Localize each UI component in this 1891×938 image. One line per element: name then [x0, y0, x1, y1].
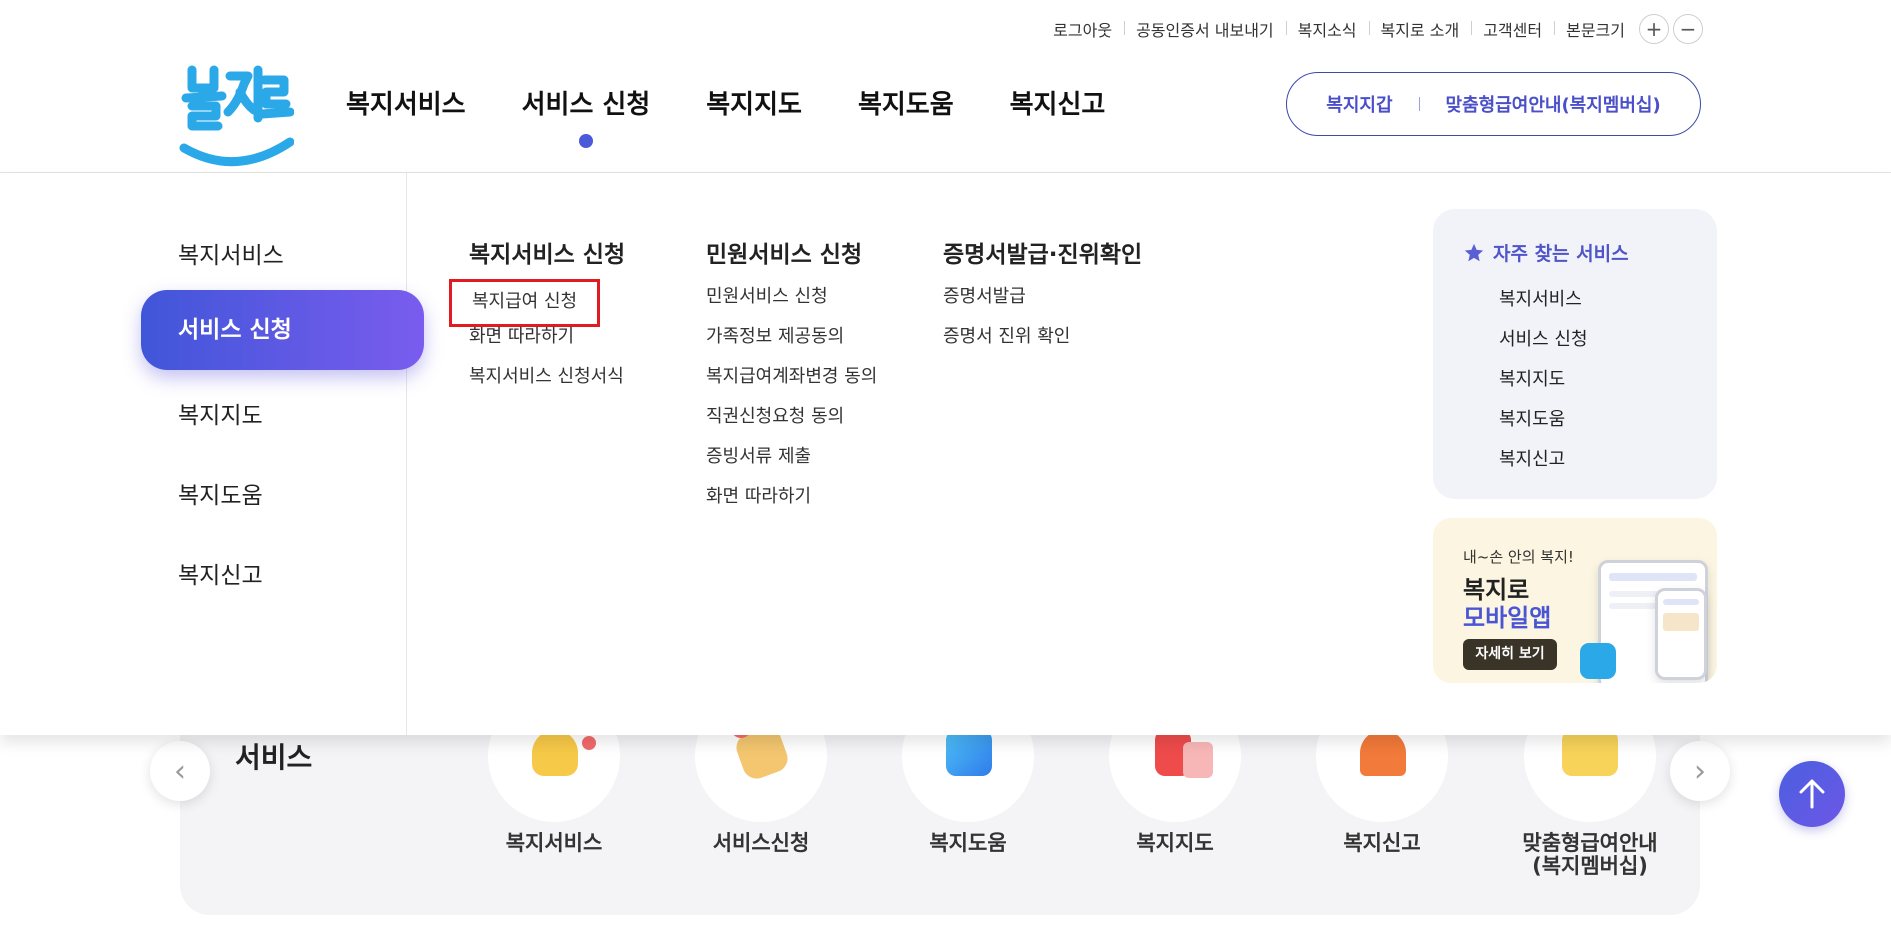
side-item-welfare-help[interactable]: 복지도움	[178, 476, 263, 510]
wallet-link[interactable]: 복지지갑	[1326, 91, 1392, 117]
bokjiro-logo[interactable]	[178, 62, 295, 174]
zoom-controls: + −	[1639, 14, 1703, 44]
gnb-welfare-service[interactable]: 복지서비스	[346, 84, 466, 121]
cert-export-link[interactable]: 공동인증서 내보내기	[1124, 17, 1286, 41]
arrow-up-icon	[1799, 779, 1825, 809]
about-link[interactable]: 복지로 소개	[1368, 17, 1472, 41]
pill-divider	[1418, 97, 1420, 111]
submenu-link-welfare-benefit-apply[interactable]: 복지급여 신청	[449, 279, 601, 327]
prev-arrow-icon[interactable]: ‹	[150, 741, 210, 801]
favorite-item[interactable]: 서비스 신청	[1499, 325, 1588, 351]
app-icon	[1580, 643, 1616, 679]
submenu-link[interactable]: 증명서발급	[943, 285, 1142, 325]
service-card-label: 복지도움	[929, 831, 1007, 855]
favorite-item[interactable]: 복지도움	[1499, 405, 1565, 431]
submenu-title[interactable]: 민원서비스 신청	[706, 235, 877, 269]
submenu-link[interactable]: 직권신청요청 동의	[706, 405, 877, 445]
service-card-label: 복지서비스	[505, 831, 603, 855]
submenu-link[interactable]: 복지서비스 신청서식	[469, 365, 625, 405]
main-nav: 복지서비스 서비스 신청 복지지도 복지도움 복지신고	[346, 84, 1161, 148]
gnb-service-apply[interactable]: 서비스 신청	[522, 84, 650, 148]
submenu-link[interactable]: 화면 따라하기	[469, 325, 625, 365]
zoom-in-button[interactable]: +	[1639, 14, 1669, 44]
favorites-box: 자주 찾는 서비스 복지서비스 서비스 신청 복지지도 복지도움 복지신고	[1433, 209, 1717, 499]
utility-bar: 로그아웃 공동인증서 내보내기 복지소식 복지로 소개 고객센터 본문크기 + …	[1041, 14, 1703, 44]
phone-mockup-icon	[1655, 588, 1707, 680]
side-item-welfare-service[interactable]: 복지서비스	[178, 236, 284, 270]
submenu-link[interactable]: 가족정보 제공동의	[706, 325, 877, 365]
service-card-label: 맞춤형급여안내 (복지멤버십)	[1522, 831, 1658, 879]
service-card-label: 서비스신청	[712, 831, 810, 855]
submenu-link[interactable]: 민원서비스 신청	[706, 285, 877, 325]
section-title: 서비스	[235, 741, 313, 774]
gnb-welfare-help[interactable]: 복지도움	[858, 84, 954, 121]
gnb-welfare-report[interactable]: 복지신고	[1010, 84, 1106, 121]
membership-link[interactable]: 맞춤형급여안내(복지멤버십)	[1446, 91, 1661, 117]
favorite-item[interactable]: 복지서비스	[1499, 285, 1582, 311]
side-item-welfare-map[interactable]: 복지지도	[178, 396, 263, 430]
service-card-label: 복지지도	[1136, 831, 1214, 855]
submenu-link[interactable]: 증명서 진위 확인	[943, 325, 1142, 365]
submenu-link[interactable]: 증빙서류 제출	[706, 445, 877, 485]
header-pill: 복지지갑 맞춤형급여안내(복지멤버십)	[1286, 72, 1701, 136]
submenu-column: 복지서비스 신청 복지급여 신청 화면 따라하기 복지서비스 신청서식	[449, 235, 625, 405]
mega-menu-divider	[406, 173, 407, 735]
service-card-label: 복지신고	[1343, 831, 1421, 855]
text-size-label: 본문크기	[1554, 17, 1637, 41]
favorite-item[interactable]: 복지지도	[1499, 365, 1565, 391]
submenu-title[interactable]: 복지서비스 신청	[469, 235, 625, 269]
logo-mark	[179, 65, 295, 167]
support-link[interactable]: 고객센터	[1471, 17, 1554, 41]
submenu-link[interactable]: 복지급여계좌변경 동의	[706, 365, 877, 405]
submenu-column: 증명서발급·진위확인 증명서발급 증명서 진위 확인	[943, 235, 1142, 365]
promo-tagline: 내~손 안의 복지!	[1463, 548, 1574, 566]
promo-subtitle: 모바일앱	[1463, 604, 1552, 632]
side-item-service-apply[interactable]: 서비스 신청	[141, 290, 424, 370]
promo-detail-button[interactable]: 자세히 보기	[1463, 639, 1557, 670]
gnb-welfare-map[interactable]: 복지지도	[706, 84, 802, 121]
next-arrow-icon[interactable]: ›	[1670, 741, 1730, 801]
submenu-link[interactable]: 화면 따라하기	[706, 485, 877, 525]
star-icon	[1464, 243, 1484, 261]
news-link[interactable]: 복지소식	[1285, 17, 1369, 41]
scroll-top-button[interactable]	[1779, 761, 1845, 827]
mobile-app-banner[interactable]: 내~손 안의 복지! 복지로 모바일앱 자세히 보기	[1433, 518, 1717, 683]
side-item-welfare-report[interactable]: 복지신고	[178, 556, 263, 590]
favorites-title: 자주 찾는 서비스	[1463, 239, 1629, 266]
submenu-column: 민원서비스 신청 민원서비스 신청 가족정보 제공동의 복지급여계좌변경 동의 …	[706, 235, 877, 525]
mega-menu-panel: 복지서비스 서비스 신청 복지지도 복지도움 복지신고 복지서비스 신청 복지급…	[0, 173, 1891, 735]
favorite-item[interactable]: 복지신고	[1499, 445, 1565, 471]
submenu-title[interactable]: 증명서발급·진위확인	[943, 235, 1142, 269]
zoom-out-button[interactable]: −	[1673, 14, 1703, 44]
logout-link[interactable]: 로그아웃	[1041, 17, 1124, 41]
favorites-title-text: 자주 찾는 서비스	[1493, 243, 1629, 265]
